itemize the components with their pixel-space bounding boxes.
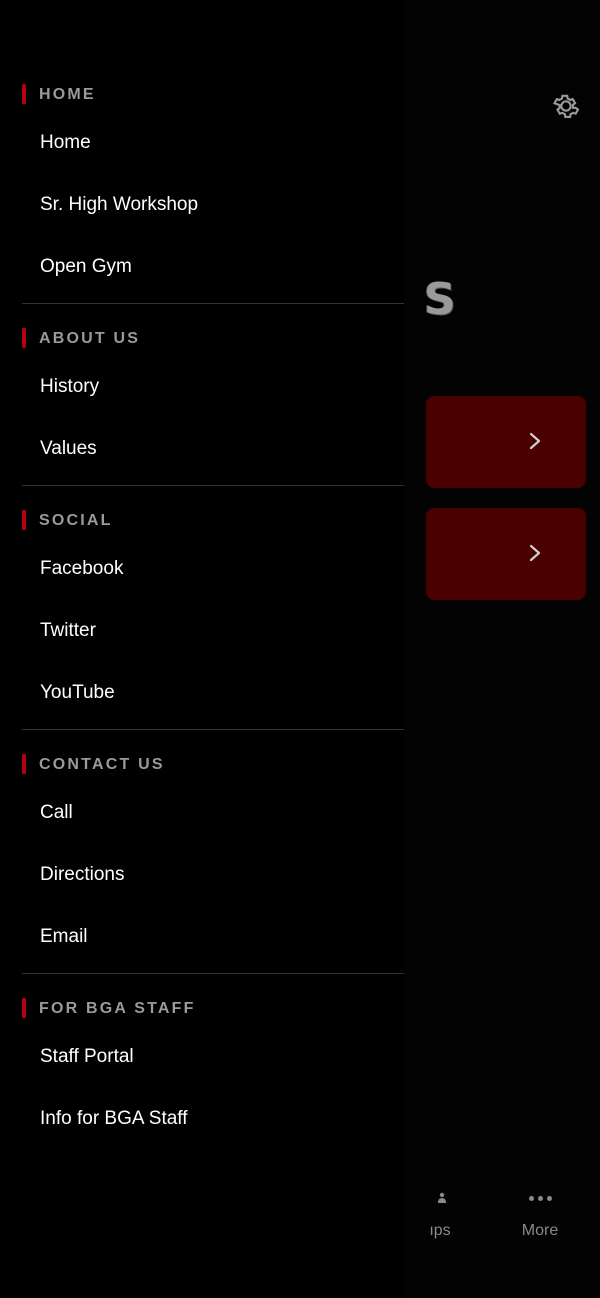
section-header: ABOUT US: [0, 327, 404, 351]
section-about-us: ABOUT US History Values: [0, 327, 404, 459]
section-divider: [22, 303, 404, 304]
section-title-home: HOME: [39, 86, 96, 103]
menu-item-twitter[interactable]: Twitter: [0, 600, 404, 662]
groups-icon: [420, 1186, 460, 1210]
section-header: SOCIAL: [0, 509, 404, 533]
menu-item-staff-portal[interactable]: Staff Portal: [0, 1026, 404, 1088]
navigation-drawer: HOME Home Sr. High Workshop Open Gym ABO…: [0, 0, 404, 1298]
section-accent-bar: [22, 328, 26, 348]
section-divider: [22, 729, 404, 730]
menu-item-youtube[interactable]: YouTube: [0, 662, 404, 724]
section-contact-us: CONTACT US Call Directions Email: [0, 753, 404, 947]
section-title-for-bga-staff: FOR BGA STAFF: [39, 1000, 196, 1017]
section-title-about-us: ABOUT US: [39, 330, 141, 347]
menu-item-sr-high-workshop[interactable]: Sr. High Workshop: [0, 174, 404, 236]
section-divider: [22, 973, 404, 974]
section-header: CONTACT US: [0, 753, 404, 777]
menu-item-home[interactable]: Home: [0, 112, 404, 174]
section-title-contact-us: CONTACT US: [39, 756, 165, 773]
menu-item-call[interactable]: Call: [0, 782, 404, 844]
section-header: FOR BGA STAFF: [0, 997, 404, 1021]
logo-fragment: S: [424, 274, 456, 325]
feature-card-2[interactable]: [426, 508, 586, 600]
section-accent-bar: [22, 754, 26, 774]
section-accent-bar: [22, 84, 26, 104]
tab-groups[interactable]: ıps: [420, 1186, 460, 1246]
menu-item-email[interactable]: Email: [0, 906, 404, 968]
tab-more-label: More: [521, 1222, 559, 1239]
settings-gear-icon[interactable]: [550, 90, 582, 122]
menu-item-values[interactable]: Values: [0, 418, 404, 480]
section-divider: [22, 485, 404, 486]
menu-item-history[interactable]: History: [0, 356, 404, 418]
menu-item-open-gym[interactable]: Open Gym: [0, 236, 404, 298]
menu-item-info-for-bga-staff[interactable]: Info for BGA Staff: [0, 1088, 404, 1150]
section-accent-bar: [22, 510, 26, 530]
tab-more[interactable]: More: [500, 1186, 580, 1246]
section-home: HOME Home Sr. High Workshop Open Gym: [0, 83, 404, 277]
section-for-bga-staff: FOR BGA STAFF Staff Portal Info for BGA …: [0, 997, 404, 1129]
section-social: SOCIAL Facebook Twitter YouTube: [0, 509, 404, 703]
more-dots-icon: [500, 1186, 580, 1210]
section-accent-bar: [22, 998, 26, 1018]
section-header: HOME: [0, 83, 404, 107]
menu-item-directions[interactable]: Directions: [0, 844, 404, 906]
feature-card-1[interactable]: [426, 396, 586, 488]
chevron-right-icon: [526, 538, 546, 568]
menu-item-facebook[interactable]: Facebook: [0, 538, 404, 600]
chevron-right-icon: [526, 426, 546, 456]
tab-groups-label: ıps: [429, 1222, 451, 1239]
section-title-social: SOCIAL: [39, 512, 113, 529]
